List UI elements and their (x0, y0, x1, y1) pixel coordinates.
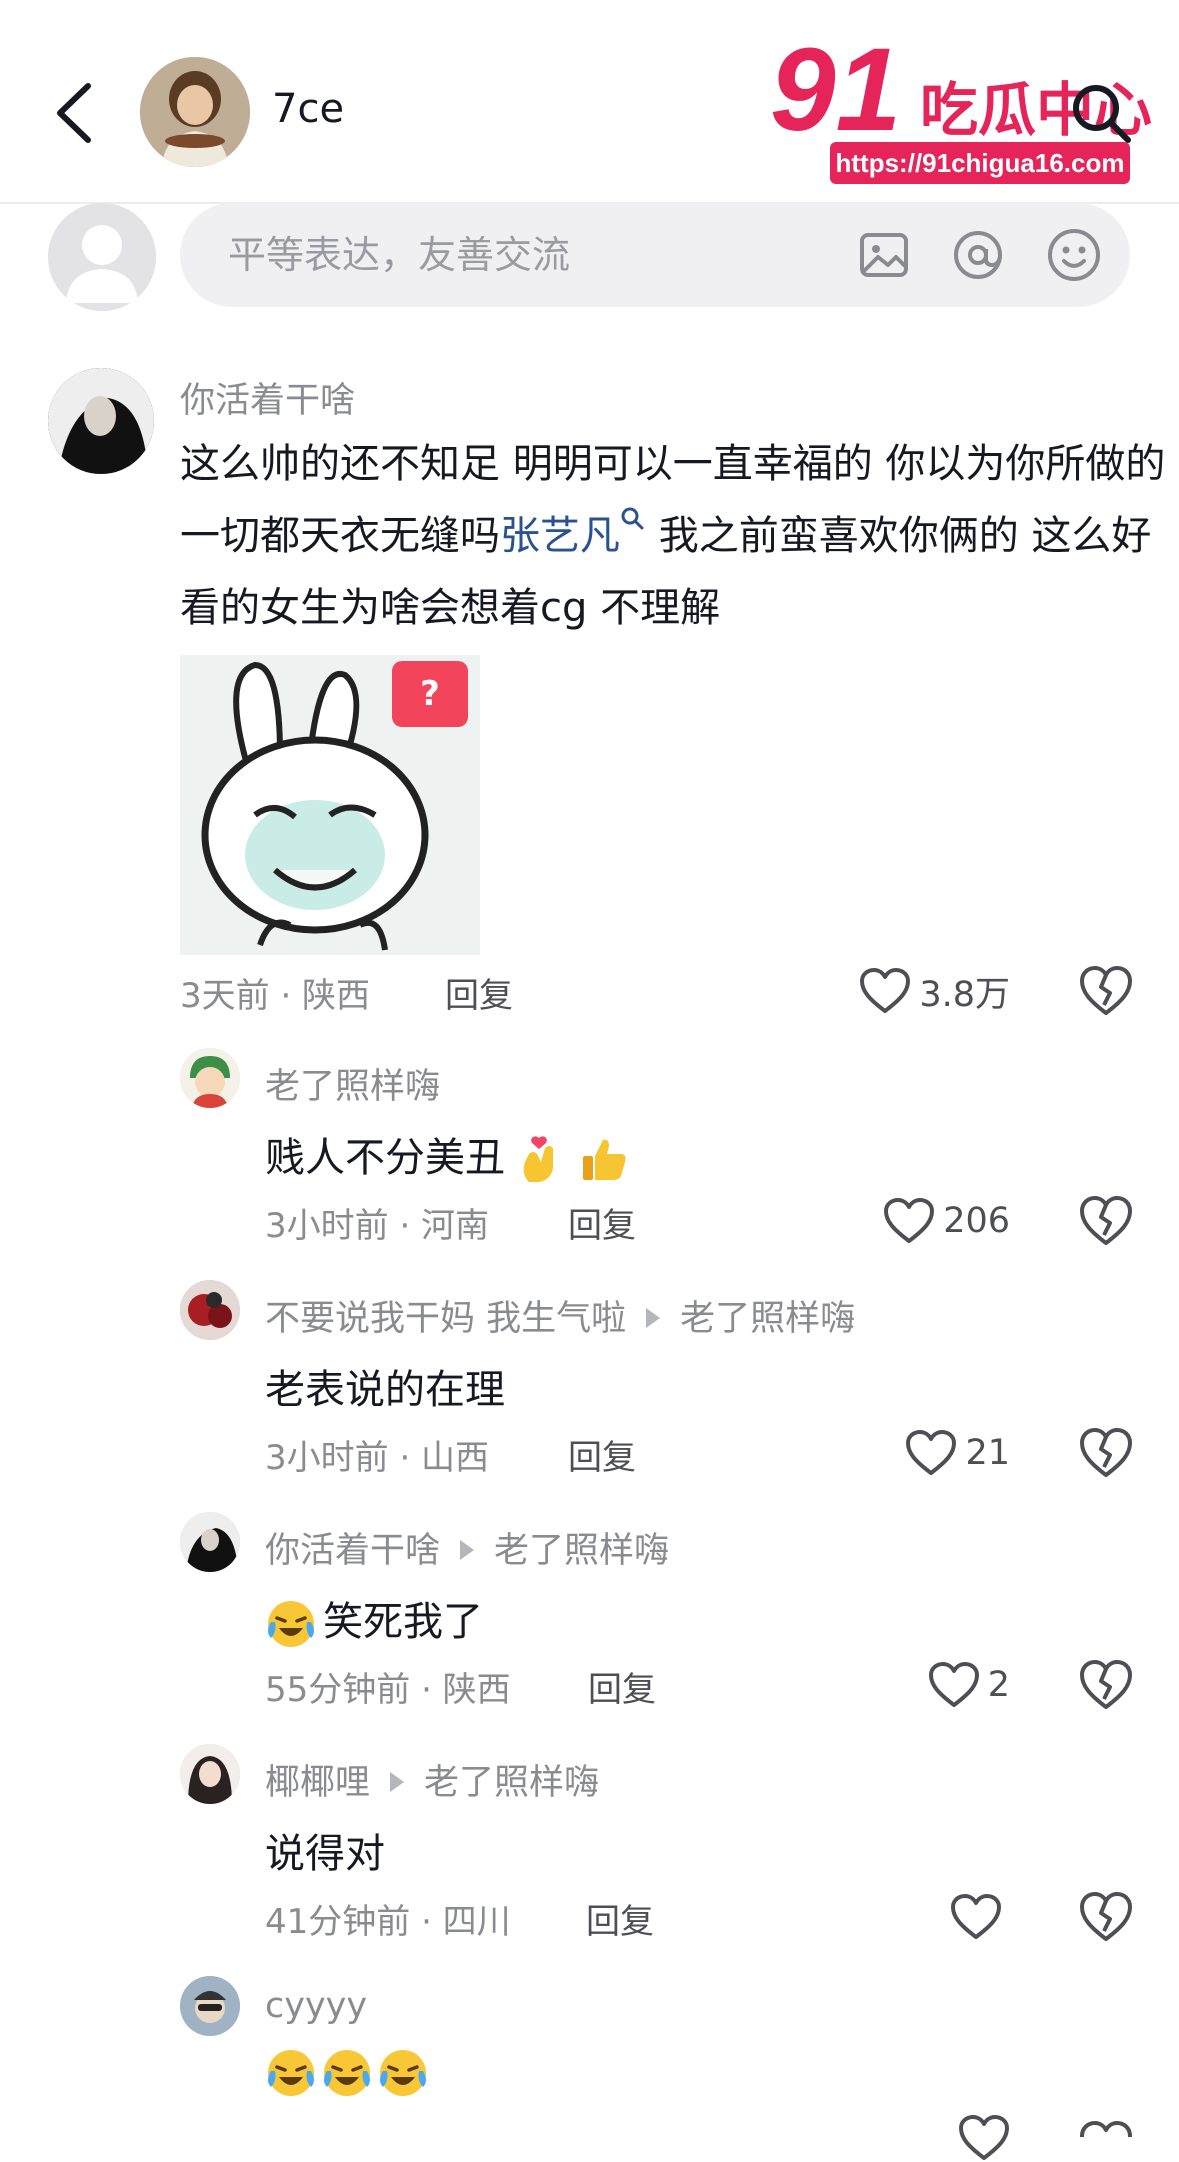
comment-text: 这么帅的还不知足 明明可以一直幸福的 你以为你所做的一切都天衣无缝吗张艺凡 我之… (180, 428, 1179, 644)
like-count: 3.8万 (919, 974, 1010, 1015)
heart-icon (906, 1430, 957, 1475)
like-button[interactable]: 21 (820, 1425, 1010, 1481)
broken-heart-icon[interactable] (1078, 963, 1134, 1019)
reply-button[interactable]: 回复 (445, 968, 513, 1017)
reply-meta: 3小时前 · 山西 (265, 1438, 490, 1478)
reply-text-content: 笑死我了 (323, 1599, 483, 1645)
reply-avatar[interactable] (180, 1976, 240, 2036)
mention-search-icon (621, 507, 644, 530)
reply-avatar[interactable] (180, 1280, 240, 1340)
at-mention-icon[interactable] (948, 225, 1008, 285)
like-count: 2 (987, 1665, 1010, 1705)
reply-avatar[interactable] (180, 1048, 240, 1108)
heart-icon (884, 1198, 935, 1243)
broken-heart-icon[interactable] (1078, 1657, 1134, 1713)
reply-author-line: 椰椰哩 老了照样嗨 (265, 1754, 599, 1805)
reply-to-user[interactable]: 老了照样嗨 (424, 1763, 599, 1803)
reply-meta: 41分钟前 · 四川 (265, 1902, 511, 1942)
broken-heart-icon[interactable] (1078, 1889, 1134, 1945)
crying-laughing-emoji (380, 2050, 426, 2096)
like-button[interactable]: 3.8万 (820, 963, 1010, 1019)
heart-icon (951, 1894, 1001, 1939)
crying-laughing-emoji (324, 2050, 370, 2096)
reply-button[interactable]: 回复 (568, 1198, 636, 1247)
comment-sticker[interactable]: ? (180, 655, 480, 955)
search-icon[interactable] (1066, 78, 1136, 148)
reply-author[interactable]: 椰椰哩 (265, 1763, 370, 1803)
reply-text (265, 2047, 429, 2099)
reply-avatar[interactable] (180, 1744, 240, 1804)
comment-input[interactable] (228, 203, 788, 307)
reply-button[interactable]: 回复 (568, 1430, 636, 1479)
broken-heart-icon[interactable] (1078, 1193, 1134, 1249)
sticker-question-badge: ? (392, 661, 468, 727)
reply-to-arrow-icon (646, 1308, 661, 1328)
reply-author-line: 你活着干啥 老了照样嗨 (265, 1522, 669, 1573)
crying-laughing-emoji (268, 2050, 314, 2096)
heart-icon (860, 968, 911, 1013)
like-button[interactable]: 206 (820, 1193, 1010, 1249)
svg-text:91: 91 (770, 30, 901, 156)
reply-text: 贱人不分美丑 (265, 1125, 631, 1186)
broken-heart-icon[interactable] (1078, 1425, 1134, 1481)
like-button[interactable] (954, 2115, 1010, 2160)
header-username[interactable]: 7ce (272, 86, 344, 132)
like-count: 21 (965, 1433, 1010, 1473)
reply-meta: 3小时前 · 河南 (265, 1206, 490, 1246)
like-button[interactable] (820, 1889, 1010, 1945)
reply-author[interactable]: 不要说我干妈 我生气啦 (265, 1299, 626, 1339)
finger-heart-emoji (523, 1136, 553, 1182)
reply-author[interactable]: 你活着干啥 (265, 1531, 440, 1571)
crying-laughing-emoji (268, 1601, 314, 1647)
comment-meta: 3天前 · 陕西 (180, 976, 371, 1016)
reply-to-user[interactable]: 老了照样嗨 (494, 1531, 669, 1571)
reply-to-user[interactable]: 老了照样嗨 (680, 1299, 855, 1339)
reply-text: 笑死我了 (265, 1589, 483, 1650)
comment-author[interactable]: 你活着干啥 (180, 372, 355, 423)
back-arrow-icon[interactable] (48, 78, 108, 148)
reply-button[interactable]: 回复 (588, 1662, 656, 1711)
heart-icon (959, 2115, 1009, 2160)
mention-link[interactable]: 张艺凡 (500, 507, 646, 559)
svg-text:https://91chigua16.com: https://91chigua16.com (836, 148, 1125, 178)
comment-composer (180, 203, 1130, 307)
reply-text: 说得对 (265, 1831, 385, 1877)
mention-label: 张艺凡 (500, 513, 620, 559)
emoji-icon[interactable] (1044, 225, 1104, 285)
header-avatar[interactable] (140, 57, 250, 167)
thumbs-up-emoji (583, 1139, 626, 1180)
reply-to-arrow-icon (460, 1540, 475, 1560)
like-count: 206 (943, 1201, 1010, 1241)
my-avatar (48, 203, 156, 311)
top-bar: 7ce 91 吃瓜中心 https://91chigua16.com (0, 0, 1179, 204)
reply-button[interactable]: 回复 (586, 1894, 654, 1943)
image-icon[interactable] (854, 225, 914, 285)
heart-icon (928, 1662, 979, 1707)
reply-text-content: 贱人不分美丑 (265, 1135, 505, 1181)
reply-text: 老表说的在理 (265, 1367, 505, 1413)
like-button[interactable]: 2 (820, 1657, 1010, 1713)
broken-heart-icon[interactable] (1078, 2118, 1134, 2137)
reply-author-line: 不要说我干妈 我生气啦 老了照样嗨 (265, 1290, 855, 1341)
reply-author[interactable]: 老了照样嗨 (265, 1058, 440, 1109)
comment-avatar[interactable] (48, 368, 154, 474)
reply-to-arrow-icon (390, 1772, 405, 1792)
reply-author[interactable]: cyyyy (265, 1986, 367, 2026)
reply-meta: 55分钟前 · 陕西 (265, 1670, 511, 1710)
reply-avatar[interactable] (180, 1512, 240, 1572)
